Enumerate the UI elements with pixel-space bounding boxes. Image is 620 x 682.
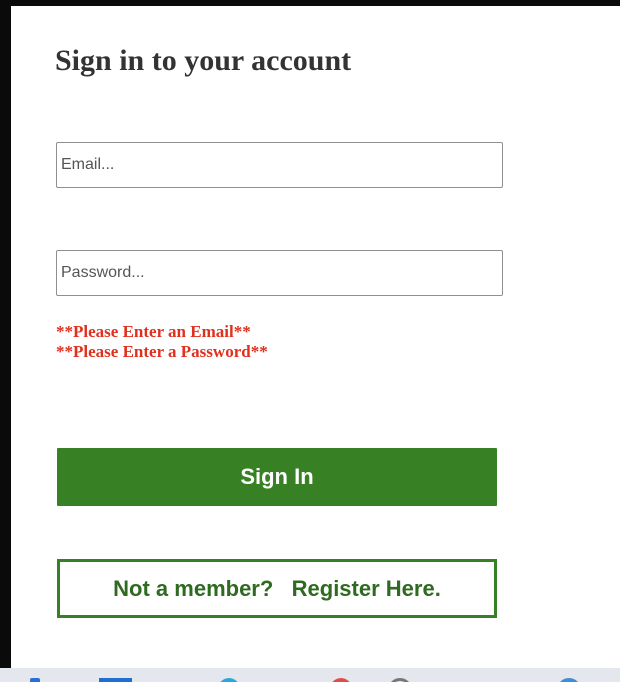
app-icon[interactable]	[30, 678, 40, 682]
sign-in-button[interactable]: Sign In	[57, 448, 497, 506]
browser-icon[interactable]	[218, 678, 240, 682]
email-error: **Please Enter an Email**	[56, 322, 251, 341]
email-field[interactable]	[56, 142, 503, 188]
search-icon[interactable]	[388, 678, 412, 682]
register-button[interactable]: Not a member? Register Here.	[57, 559, 497, 618]
error-messages: **Please Enter an Email** **Please Enter…	[56, 322, 268, 362]
taskbar	[0, 668, 620, 682]
media-icon[interactable]	[330, 678, 352, 682]
settings-icon[interactable]	[557, 678, 581, 682]
page-title: Sign in to your account	[55, 44, 352, 77]
window-frame-left	[0, 0, 11, 668]
window-icon[interactable]	[99, 678, 132, 682]
password-field[interactable]	[56, 250, 503, 296]
password-error: **Please Enter a Password**	[56, 342, 268, 361]
